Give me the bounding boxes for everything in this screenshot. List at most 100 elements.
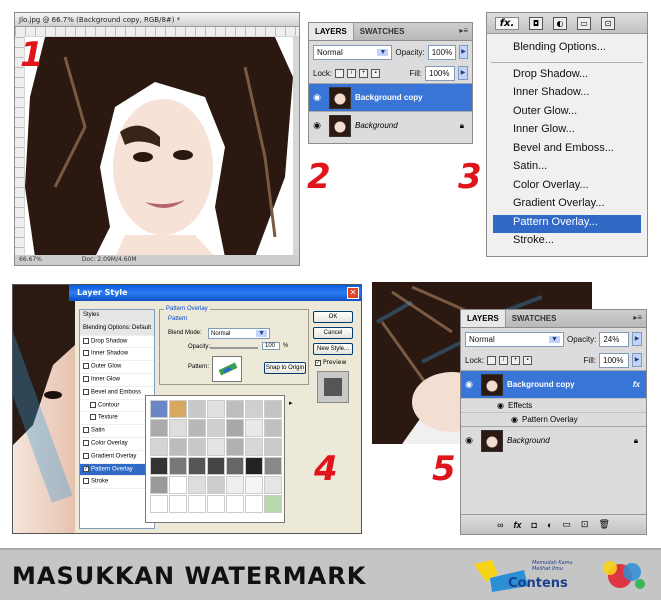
style-item-gradient-overlay[interactable]: Gradient Overlay [80, 451, 154, 464]
blending-options-default[interactable]: Blending Options: Default [80, 322, 154, 336]
snap-to-origin-button[interactable]: Snap to Origin [264, 362, 306, 374]
layer-row-background[interactable]: ◉ Background 🔒︎ [461, 426, 646, 454]
add-layer-style-button[interactable]: fx. [495, 16, 519, 30]
menu-item-drop-shadow[interactable]: Drop Shadow... [487, 67, 647, 86]
image-canvas[interactable] [25, 37, 293, 257]
trash-icon[interactable]: 🗑︎ [598, 519, 609, 530]
new-style-button[interactable]: New Style... [313, 343, 353, 355]
blend-mode-select[interactable]: Normal ▼ [465, 331, 564, 347]
step-number-3: 3 [458, 157, 482, 197]
style-item-color-overlay[interactable]: Color Overlay [80, 438, 154, 451]
adjustment-layer-icon[interactable]: ◐ [547, 520, 552, 530]
group-title: Pattern Overlay [164, 306, 210, 312]
lock-position-icon[interactable]: + [359, 68, 369, 78]
eye-icon[interactable]: ◉ [497, 401, 504, 410]
menu-item-satin[interactable]: Satin... [487, 159, 647, 178]
style-item-texture[interactable]: Texture [80, 412, 154, 426]
lock-transparent-icon[interactable] [487, 355, 497, 365]
opacity-input[interactable]: 24% [599, 331, 630, 347]
close-icon[interactable]: ✕ [347, 287, 359, 299]
menu-item-inner-shadow[interactable]: Inner Shadow... [487, 85, 647, 104]
fill-slider-button[interactable]: ▶ [458, 66, 468, 80]
menu-item-pattern-overlay[interactable]: Pattern Overlay... [493, 214, 641, 233]
picker-menu-icon[interactable]: ▸ [289, 399, 293, 407]
style-item-inner-shadow[interactable]: Inner Shadow [80, 348, 154, 362]
menu-item-bevel-emboss[interactable]: Bevel and Emboss... [487, 141, 647, 160]
layer-name: Background copy [507, 380, 575, 389]
menu-item-blending-options[interactable]: Blending Options... [487, 40, 647, 59]
fill-slider-button[interactable]: ▶ [632, 353, 642, 367]
menu-item-stroke[interactable]: Stroke... [487, 233, 647, 252]
opacity-slider[interactable] [210, 347, 258, 349]
logo-tagline: Memudah Kamu Melihat Ilmu [532, 560, 573, 572]
layer-row-background[interactable]: ◉ Background 🔒︎ [309, 111, 472, 139]
pattern-swatch[interactable] [212, 356, 242, 382]
menu-separator [491, 61, 643, 63]
style-item-satin[interactable]: Satin [80, 425, 154, 438]
menu-item-inner-glow[interactable]: Inner Glow... [487, 122, 647, 141]
new-layer-icon[interactable]: ⊡ [601, 16, 615, 30]
style-item-stroke[interactable]: Stroke [80, 476, 154, 490]
adjustment-layer-icon[interactable]: ◐ [553, 16, 567, 30]
style-item-contour[interactable]: Contour [80, 400, 154, 413]
lock-all-icon[interactable]: ▪ [523, 355, 533, 365]
preview-checkbox[interactable]: ✓ Preview [315, 359, 346, 366]
style-item-pattern-overlay[interactable]: ✓ Pattern Overlay [80, 463, 154, 477]
ok-button[interactable]: OK [313, 311, 353, 323]
fill-label: Fill: [409, 68, 422, 78]
tab-swatches[interactable]: SWATCHES [506, 310, 563, 327]
new-group-icon[interactable]: ▭ [577, 16, 591, 30]
watermark-banner: MASUKKAN WATERMARK Contens Memudah Kamu … [0, 548, 661, 600]
tab-layers[interactable]: LAYERS [309, 23, 354, 40]
new-layer-icon[interactable]: ⊡ [581, 519, 589, 530]
style-item-drop-shadow[interactable]: Drop Shadow [80, 336, 154, 349]
menu-item-gradient-overlay[interactable]: Gradient Overlay... [487, 196, 647, 215]
lock-pixels-icon[interactable]: / [499, 355, 509, 365]
zoom-level: 66.67% [19, 256, 42, 263]
visibility-eye-icon[interactable]: ◉ [461, 435, 477, 446]
style-item-bevel-emboss[interactable]: Bevel and Emboss [80, 387, 154, 400]
layer-mask-icon[interactable]: ◘ [529, 16, 543, 30]
tab-swatches[interactable]: SWATCHES [354, 23, 411, 40]
blend-mode-select[interactable]: Normal ▼ [208, 328, 270, 339]
opacity-input[interactable]: 100 [262, 342, 280, 350]
link-icon[interactable]: ∞ [497, 520, 503, 530]
style-item-outer-glow[interactable]: Outer Glow [80, 361, 154, 374]
opacity-slider-button[interactable]: ▶ [459, 45, 468, 59]
lock-label: Lock: [313, 68, 333, 78]
visibility-eye-icon[interactable]: ◉ [309, 120, 325, 131]
logo-text: Contens [508, 576, 568, 591]
eye-icon[interactable]: ◉ [511, 415, 518, 424]
visibility-eye-icon[interactable]: ◉ [309, 92, 325, 103]
menu-item-color-overlay[interactable]: Color Overlay... [487, 178, 647, 197]
layer-row-background-copy[interactable]: ◉ Background copy [309, 83, 472, 111]
preview-swatch [317, 371, 349, 403]
panel-menu-icon[interactable]: ▸≡ [455, 23, 472, 40]
fill-input[interactable]: 100% [425, 65, 455, 81]
visibility-eye-icon[interactable]: ◉ [461, 379, 477, 390]
style-item-inner-glow[interactable]: Inner Glow [80, 374, 154, 387]
pattern-overlay-effect-row[interactable]: ◉ Pattern Overlay [461, 412, 646, 426]
fill-input[interactable]: 100% [599, 352, 629, 368]
opacity-slider-button[interactable]: ▶ [632, 332, 642, 346]
lock-pixels-icon[interactable]: / [347, 68, 357, 78]
status-bar: 66.67% Doc: 2.09M/4.60M [15, 255, 299, 265]
styles-header[interactable]: Styles [80, 310, 154, 323]
document-title[interactable]: Jlo.jpg @ 66.7% (Background copy, RGB/8#… [15, 13, 299, 27]
blend-mode-select[interactable]: Normal ▼ [313, 44, 393, 60]
fx-icon[interactable]: fx [514, 520, 522, 530]
panel-menu-icon[interactable]: ▸≡ [629, 310, 646, 327]
pattern-picker[interactable] [145, 395, 285, 523]
tab-layers[interactable]: LAYERS [461, 310, 506, 327]
lock-transparent-icon[interactable] [335, 68, 345, 78]
fx-badge-icon[interactable]: fx [633, 380, 640, 389]
cancel-button[interactable]: Cancel [313, 327, 353, 339]
menu-item-outer-glow[interactable]: Outer Glow... [487, 104, 647, 123]
layer-mask-icon[interactable]: ◘ [532, 520, 537, 530]
opacity-input[interactable]: 100% [427, 44, 457, 60]
effects-row[interactable]: ◉ Effects [461, 398, 646, 412]
layer-row-background-copy[interactable]: ◉ Background copy fx [461, 370, 646, 398]
lock-all-icon[interactable]: ▪ [371, 68, 381, 78]
new-group-icon[interactable]: ▭ [562, 519, 571, 530]
lock-position-icon[interactable]: + [511, 355, 521, 365]
